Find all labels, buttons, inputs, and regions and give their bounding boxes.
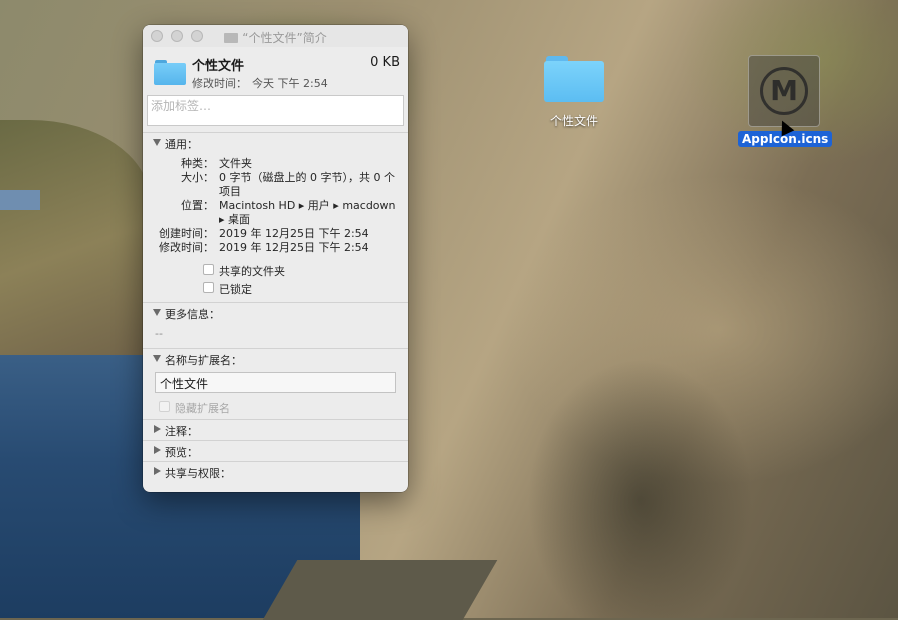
name-field[interactable]: 个性文件	[155, 372, 396, 393]
more-info-value: --	[155, 327, 163, 340]
disclosure-triangle-icon[interactable]	[153, 139, 161, 146]
window-titlebar[interactable]: “个性文件”简介	[143, 25, 408, 47]
desktop-folder-label: 个性文件	[549, 114, 598, 128]
hide-ext-label: 隐藏扩展名	[175, 402, 230, 415]
section-name-ext-header[interactable]: 名称与扩展名：	[143, 349, 408, 369]
item-size: 0 KB	[370, 55, 400, 70]
kind-row: 种类： 文件夹	[143, 155, 408, 170]
modified-label: 修改时间：	[192, 77, 247, 90]
where-row-cont: ▸ 桌面	[143, 211, 408, 226]
section-general-header[interactable]: 通用：	[143, 133, 408, 153]
modified-value: 今天 下午 2:54	[252, 77, 328, 90]
disclosure-triangle-icon[interactable]	[153, 309, 161, 316]
disclosure-triangle-icon[interactable]	[153, 355, 161, 362]
window-title: “个性文件”简介	[143, 29, 408, 46]
shared-folder-label: 共享的文件夹	[219, 265, 285, 278]
folder-icon	[154, 60, 186, 85]
modified-value-general: 2019 年 12月25日 下午 2:54	[219, 241, 369, 254]
icns-file-icon: M	[748, 55, 820, 127]
disclosure-triangle-icon[interactable]	[154, 446, 161, 454]
window-title-text: “个性文件”简介	[242, 31, 327, 45]
disclosure-triangle-icon[interactable]	[154, 425, 161, 433]
hide-ext-row: 隐藏扩展名	[143, 398, 408, 416]
info-header: 个性文件 0 KB 修改时间： 今天 下午 2:54	[143, 47, 408, 95]
locked-label: 已锁定	[219, 283, 252, 296]
section-comments-title: 注释：	[165, 425, 198, 438]
wallpaper-ridge	[262, 560, 498, 620]
created-row: 创建时间： 2019 年 12月25日 下午 2:54	[143, 225, 408, 240]
shared-folder-row: 共享的文件夹	[143, 261, 408, 279]
item-name: 个性文件	[192, 59, 245, 74]
section-general-title: 通用：	[165, 138, 198, 151]
folder-icon	[544, 56, 604, 102]
item-modified: 修改时间： 今天 下午 2:54	[192, 75, 333, 91]
section-sharing-title: 共享与权限：	[165, 467, 231, 480]
hide-ext-checkbox[interactable]	[159, 401, 170, 412]
section-more-info-title: 更多信息：	[165, 308, 220, 321]
where-row: 位置： Macintosh HD ▸ 用户 ▸ macdown	[143, 197, 408, 212]
size-row: 大小： 0 字节（磁盘上的 0 字节），共 0 个	[143, 169, 408, 184]
wallpaper-hill	[0, 120, 150, 380]
locked-row: 已锁定	[143, 279, 408, 297]
section-sharing-header[interactable]: 共享与权限：	[143, 462, 408, 482]
tags-input[interactable]: 添加标签…	[147, 95, 404, 126]
section-more-info-header[interactable]: 更多信息：	[143, 303, 408, 323]
wallpaper-sky	[0, 190, 40, 210]
folder-icon	[224, 33, 239, 43]
section-preview-title: 预览：	[165, 446, 198, 459]
section-name-ext-title: 名称与扩展名：	[165, 354, 242, 367]
desktop-folder-item[interactable]: 个性文件	[537, 56, 611, 129]
disclosure-triangle-icon[interactable]	[154, 467, 161, 475]
get-info-window: “个性文件”简介 个性文件 0 KB 修改时间： 今天 下午 2:54 添加标签……	[143, 25, 408, 492]
shared-folder-checkbox[interactable]	[203, 264, 214, 275]
section-comments-header[interactable]: 注释：	[143, 420, 408, 440]
section-preview-header[interactable]: 预览：	[143, 441, 408, 461]
app-logo-icon: M	[760, 67, 808, 115]
modified-label-general: 修改时间：	[159, 241, 214, 254]
size-row-cont: 项目	[143, 183, 408, 198]
modified-row: 修改时间： 2019 年 12月25日 下午 2:54	[143, 239, 408, 254]
locked-checkbox[interactable]	[203, 282, 214, 293]
